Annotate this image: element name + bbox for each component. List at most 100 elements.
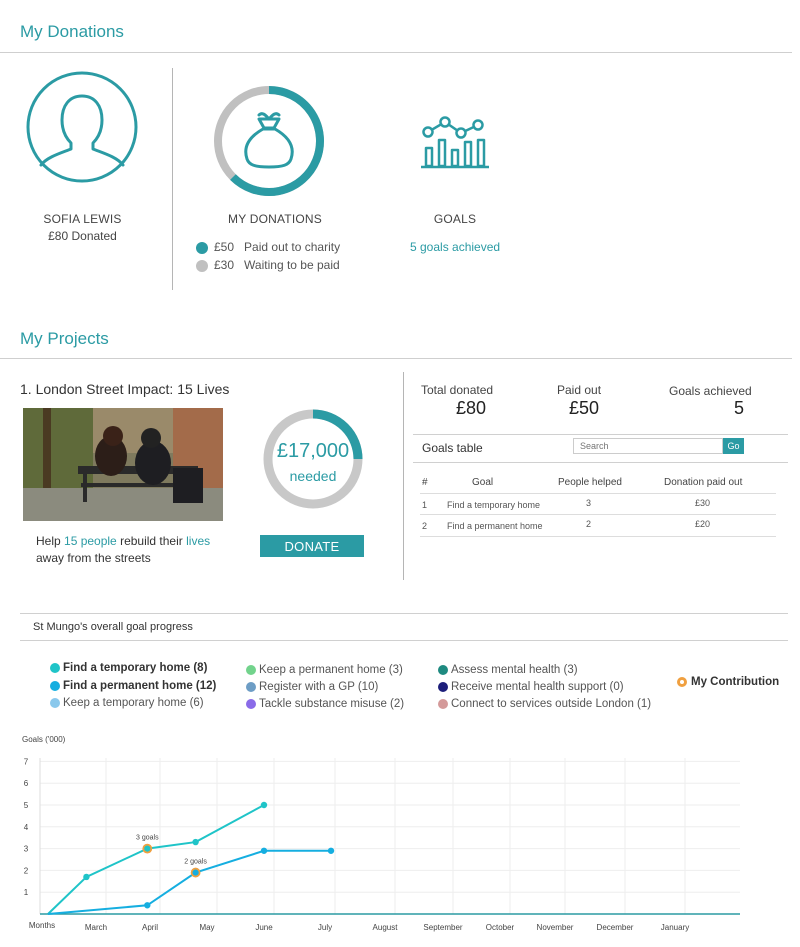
contribution-marker [142,843,153,854]
goals-achieved[interactable]: 5 goals achieved [410,240,500,254]
user-avatar [25,70,139,196]
y-axis-label: Goals ('000) [22,735,66,744]
chart-growth-icon [421,116,489,169]
legend-dot [50,680,60,691]
donations-divider [0,52,792,53]
waiting-amount: £30 [214,258,235,272]
project-description: Help 15 people rebuild their lives away … [36,533,236,567]
x-tick-label: March [85,923,107,932]
legend-find-temporary-home[interactable]: Find a temporary home (8) [50,662,207,674]
progress-bottom-rule [20,640,788,641]
goals-search-go-button[interactable]: Go [723,438,744,454]
legend-label: Tackle substance misuse (2) [259,698,405,710]
donut-paid-arc [230,86,324,196]
row-goal: Find a permanent home [447,521,543,531]
row-goal: Find a temporary home [447,500,541,510]
contribution-marker [190,867,201,878]
donation-legend-waiting: £30 Waiting to be paid [196,258,340,272]
legend-dot [438,664,448,675]
series-point [83,873,90,881]
donation-legend-paid: £50 Paid out to charity [196,240,340,254]
legend-label: My Contribution [691,676,780,688]
y-tick-label: 6 [24,779,29,788]
col-donation-paid: Donation paid out [664,477,743,488]
projects-vertical-divider [403,372,404,580]
user-name: SOFIA LEWIS [43,212,122,226]
paid-dot [196,241,208,254]
row-donation: £20 [695,519,711,529]
legend-dot [50,697,60,708]
goals-table-title: Goals table [422,441,483,455]
y-tick-label: 1 [24,888,29,897]
goals-heading: GOALS [433,212,477,226]
goals-table: # Goal People helped Donation paid out 1… [420,474,776,537]
desc-lives-link[interactable]: lives [186,534,210,548]
row-donation: £30 [695,498,711,508]
row-people: 3 [586,498,592,508]
legend-dot [438,681,448,692]
series-point [192,838,199,846]
project-photo [23,408,223,521]
desc-before: Help [36,534,65,548]
donate-button[interactable]: DONATE [260,535,364,557]
legend-assess-mental-health[interactable]: Assess mental health (3) [438,664,578,676]
goals-search-input[interactable] [573,438,723,454]
col-number: # [422,477,428,488]
stat-paid-out-label: Paid out [557,383,602,397]
donations-vertical-divider [172,68,173,290]
legend-dot [438,698,448,709]
x-tick-label: January [661,923,689,932]
series-line [47,804,265,915]
x-tick-label: May [199,923,214,932]
table-row[interactable]: 1 Find a temporary home 3 £30 [420,494,776,515]
waiting-dot [196,259,208,272]
y-tick-label: 7 [24,757,29,766]
legend-dot [246,698,256,709]
my-donations-heading: MY DONATIONS [228,212,322,226]
col-goal: Goal [472,477,494,488]
project-title[interactable]: 1. London Street Impact: 15 Lives [20,381,229,397]
row-number: 1 [422,500,428,510]
goal-progress-chart: Goals ('000) 1 2 3 4 5 6 7 March April May June July… [22,735,740,932]
table-row[interactable]: 2 Find a permanent home 2 £20 [420,515,776,537]
x-tick-label: September [423,923,462,932]
legend-dot [50,662,60,673]
legend-tackle-substance-misuse[interactable]: Tackle substance misuse (2) [246,698,404,710]
stat-goals-achieved-label: Goals achieved [669,384,752,398]
x-tick-label: April [142,923,158,932]
legend-label: Find a temporary home (8) [63,662,208,674]
x-tick-label: July [318,923,332,932]
legend-find-permanent-home[interactable]: Find a permanent home (12) [50,680,216,692]
legend-register-gp[interactable]: Register with a GP (10) [246,681,378,693]
legend-label: Keep a temporary home (6) [63,697,204,709]
user-donated-amount: £80 Donated [48,229,117,243]
projects-divider [0,358,792,359]
legend-my-contribution[interactable]: My Contribution [677,676,779,688]
legend-keep-permanent-home[interactable]: Keep a permanent home (3) [246,664,403,676]
series-point [260,847,268,854]
x-axis-label: Months [29,921,55,930]
user-silhouette-icon [26,71,138,183]
contribution-label: 2 goals [184,859,207,866]
legend-keep-temporary-home[interactable]: Keep a temporary home (6) [50,697,204,709]
row-people: 2 [586,519,592,529]
desc-after: away from the streets [36,551,151,565]
paid-amount: £50 [214,240,235,254]
legend-label: Keep a permanent home (3) [259,664,403,676]
projects-section-title: My Projects [20,329,109,348]
stat-paid-out-value: £50 [569,398,600,418]
col-people-helped: People helped [558,477,622,488]
money-bag-icon [244,112,294,169]
stat-goals-achieved-value: 5 [734,398,745,418]
y-tick-label: 3 [24,845,29,854]
x-tick-label: November [537,923,574,932]
legend-label: Connect to services outside London (1) [451,698,652,710]
desc-people-link[interactable]: 15 people [64,534,117,548]
x-tick-label: December [597,923,634,932]
donations-section-title: My Donations [20,22,124,41]
legend-dot [246,681,256,692]
legend-receive-mental-health-support[interactable]: Receive mental health support (0) [438,681,624,693]
legend-connect-services[interactable]: Connect to services outside London (1) [438,698,651,710]
x-tick-label: October [486,923,515,932]
contribution-label: 3 goals [136,835,159,842]
